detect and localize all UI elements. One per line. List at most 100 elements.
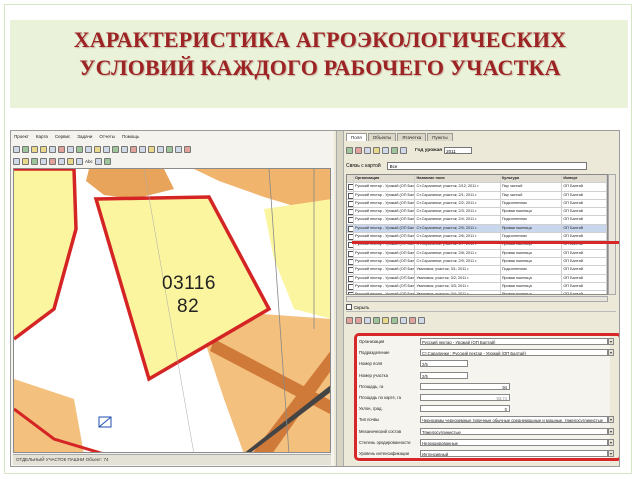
table-row[interactable]: Русский пектар - Урожай (ОП Балтай) Ст.Са… (347, 183, 607, 192)
photo-icon[interactable] (166, 145, 173, 153)
table-row[interactable]: Русский пектар - Урожай (ОП Балтай) Увало… (347, 274, 607, 283)
table-horizontal-scrollbar[interactable] (346, 296, 608, 302)
draw-polygon-icon[interactable] (31, 157, 38, 165)
layers-icon[interactable] (22, 145, 29, 153)
open-icon[interactable] (13, 145, 20, 153)
save-icon[interactable] (418, 316, 425, 324)
remove-icon[interactable] (355, 147, 362, 154)
add-icon[interactable] (346, 147, 353, 154)
form-value[interactable]: Ст.Саралинки : Русский пектар - Урожай (… (420, 349, 608, 357)
lock-icon[interactable] (148, 145, 155, 153)
table-row[interactable]: Русский пектар - Урожай (ОП Балтай) Ст.Са… (347, 257, 607, 267)
bookmark-icon[interactable] (130, 145, 137, 153)
panel-toolbar: Год урожая 2011 (346, 144, 616, 157)
chevron-down-icon[interactable]: ▾ (608, 438, 614, 446)
full-extent-icon[interactable] (85, 145, 92, 153)
form-value[interactable]: Неэродированные (420, 438, 608, 446)
header-crop[interactable]: Культура (501, 175, 563, 183)
chevron-down-icon[interactable]: ▾ (608, 427, 614, 435)
tab-cells[interactable]: Ятачетка (397, 133, 427, 141)
table-row[interactable]: Русский пектар - Урожай (ОП Балтай) Ст.Са… (347, 224, 607, 234)
pin-icon[interactable] (346, 316, 353, 324)
sort-icon[interactable] (382, 147, 389, 154)
form-value[interactable]: Тяжелосуглинистые (420, 427, 608, 435)
menu-project[interactable]: Проект (13, 134, 30, 142)
year-select[interactable]: 2011 (444, 147, 473, 154)
edit-icon[interactable] (364, 147, 371, 154)
header-organization[interactable]: Организация (354, 175, 416, 183)
form-value[interactable]: Черноземы черноземные типичные обычные с… (420, 416, 608, 424)
help-icon[interactable] (184, 145, 191, 153)
export-icon[interactable] (391, 147, 398, 154)
menu-tasks[interactable]: Задачи (76, 134, 93, 142)
hide-checkbox[interactable] (346, 304, 352, 310)
table-icon[interactable] (400, 316, 407, 324)
form-value[interactable]: 2/5 (420, 371, 468, 379)
snap-icon[interactable] (76, 157, 83, 165)
draw-line-icon[interactable] (22, 157, 29, 165)
table-row[interactable]: Русский пектар - Урожай (ОП Балтай) Ст.Са… (347, 233, 607, 242)
tab-points[interactable]: Пункты (427, 133, 453, 141)
pan-icon[interactable] (49, 145, 56, 153)
form-value[interactable]: Интенсивный (420, 450, 608, 457)
menu-map[interactable]: Карта (35, 134, 49, 142)
merge-icon[interactable] (67, 157, 74, 165)
table-row[interactable]: Русский пектар - Урожай (ОП Балтай) Ст.Са… (347, 191, 607, 200)
split-icon[interactable] (58, 157, 65, 165)
text-tool[interactable]: Abc (85, 159, 93, 164)
panel-splitter[interactable] (336, 131, 344, 466)
filter-icon[interactable] (373, 147, 380, 154)
print-icon[interactable] (103, 145, 110, 153)
pencil-edit-icon[interactable] (382, 316, 389, 324)
table-vertical-scrollbar[interactable] (608, 174, 616, 295)
tab-fields[interactable]: Поля (346, 133, 367, 141)
menu-reports[interactable]: Отчеты (98, 134, 116, 142)
menu-service[interactable]: Сервис (54, 134, 71, 142)
tab-objects[interactable]: Объекты (367, 133, 397, 141)
chevron-down-icon[interactable]: ▾ (608, 416, 614, 424)
measure-icon[interactable] (76, 145, 83, 153)
label-icon[interactable] (94, 157, 102, 165)
zoom-out-icon[interactable] (40, 145, 47, 153)
refresh-icon[interactable] (94, 145, 101, 153)
zoom-in-icon[interactable] (31, 145, 38, 153)
locate-icon[interactable] (400, 147, 407, 154)
form-value[interactable]: 93.74 (420, 394, 510, 401)
form-value[interactable]: Русский пектар - Урожай (ОП Балтай) (420, 338, 608, 345)
form-value[interactable]: 0 (420, 405, 510, 413)
table-row[interactable]: Русский пектар - Урожай (ОП Балтай) Увало… (347, 291, 607, 294)
identify-icon[interactable] (67, 145, 74, 153)
chevron-down-icon[interactable]: ▾ (608, 450, 614, 457)
form-value[interactable]: 94 (420, 382, 510, 390)
crop-icon[interactable] (391, 316, 398, 324)
map-settings-icon[interactable] (112, 145, 119, 153)
report-icon[interactable] (409, 316, 416, 324)
grid-icon[interactable] (139, 145, 146, 153)
header-import[interactable]: Импорт (562, 175, 607, 183)
chart-icon[interactable] (175, 145, 182, 153)
move-vertex-icon[interactable] (40, 157, 47, 165)
chevron-down-icon[interactable]: ▾ (608, 349, 614, 357)
table-row[interactable]: Русский пектар - Урожай (ОП Балтай) Ст.Са… (347, 199, 607, 209)
table-row[interactable]: Русский пектар - Урожай (ОП Балтай) Ст.Са… (347, 216, 607, 225)
pencil-icon[interactable] (13, 157, 20, 165)
table-row[interactable]: Русский пектар - Урожай (ОП Балтай) Ст.Са… (347, 208, 607, 217)
search-icon[interactable] (121, 145, 128, 153)
table-row[interactable]: Русский пектар - Урожай (ОП Балтай) Ст.Са… (347, 241, 607, 250)
tree-icon[interactable] (373, 316, 380, 324)
copy-icon[interactable] (364, 316, 371, 324)
delete-icon[interactable] (49, 157, 56, 165)
form-value[interactable]: 2/5 (420, 360, 468, 368)
table-row[interactable]: Русский пектар - Урожай (ОП Балтай) Увало… (347, 282, 607, 292)
select-icon[interactable] (58, 145, 65, 153)
close-icon[interactable] (355, 316, 362, 324)
table-row[interactable]: Русский пектар - Урожай (ОП Балтай) Ст.Са… (347, 249, 607, 258)
header-field-name[interactable]: Название поля (415, 175, 501, 183)
menu-help[interactable]: Помощь (121, 134, 140, 142)
table-row[interactable]: Русский пектар - Урожай (ОП Балтай) Увало… (347, 266, 607, 275)
map-canvas[interactable]: 03116 82 (13, 168, 331, 453)
map-link-select[interactable]: Все (386, 161, 587, 170)
chevron-down-icon[interactable]: ▾ (608, 338, 614, 345)
info-icon[interactable] (157, 145, 164, 153)
style-icon[interactable] (103, 157, 111, 165)
